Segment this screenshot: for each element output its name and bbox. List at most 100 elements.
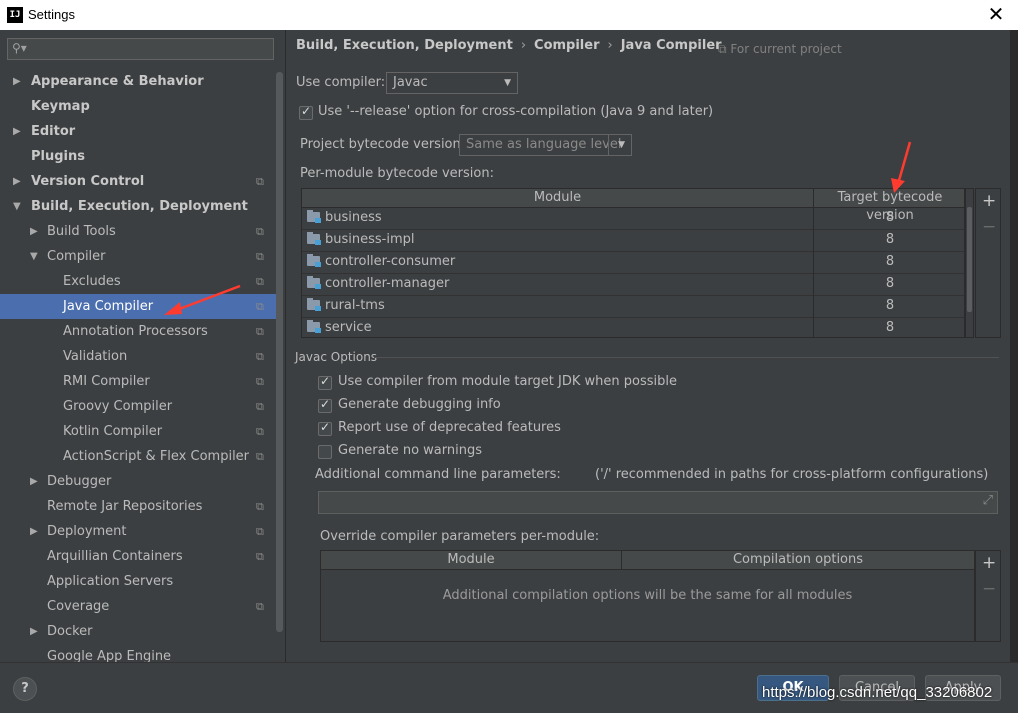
bytecode-version-select[interactable]: Same as language level ▼ bbox=[459, 134, 632, 156]
override-toolbar: + − bbox=[975, 550, 1001, 642]
project-scope-icon: ⧉ bbox=[256, 525, 264, 538]
sidebar-item[interactable]: Groovy Compiler ⧉ bbox=[0, 394, 276, 419]
javac-option-checkbox[interactable] bbox=[318, 397, 332, 413]
help-button[interactable]: ? bbox=[13, 677, 37, 701]
javac-option-checkbox[interactable] bbox=[318, 374, 332, 390]
sidebar-item[interactable]: RMI Compiler ⧉ bbox=[0, 369, 276, 394]
project-scope-icon: ⧉ bbox=[256, 175, 264, 188]
additional-params-input[interactable]: ⤢ bbox=[318, 491, 998, 514]
sidebar-item-label: Java Compiler bbox=[63, 299, 154, 314]
chevron-right-icon[interactable]: ▶ bbox=[13, 119, 21, 144]
target-version-cell[interactable]: 8 bbox=[814, 273, 964, 295]
table-row[interactable]: controller-manager 8 bbox=[302, 273, 964, 296]
table-scrollbar[interactable] bbox=[965, 188, 974, 338]
title-bar: IJ Settings ✕ bbox=[0, 0, 1018, 30]
search-input[interactable]: ⚲▾ bbox=[7, 38, 274, 60]
for-current-project-note: ⧉ For current project bbox=[718, 42, 842, 56]
chevron-right-icon[interactable]: ▶ bbox=[13, 169, 21, 194]
chevron-right-icon[interactable]: ▶ bbox=[13, 69, 21, 94]
splitter[interactable] bbox=[285, 30, 286, 662]
bytecode-version-value: Same as language level bbox=[466, 137, 622, 152]
sidebar-item[interactable]: Annotation Processors ⧉ bbox=[0, 319, 276, 344]
chevron-down-icon[interactable]: ▼ bbox=[13, 194, 21, 219]
sidebar-item[interactable]: ▼ Compiler ⧉ bbox=[0, 244, 276, 269]
use-compiler-select[interactable]: Javac ▼ bbox=[386, 72, 518, 94]
project-scope-icon: ⧉ bbox=[256, 550, 264, 563]
sidebar-item[interactable]: Kotlin Compiler ⧉ bbox=[0, 419, 276, 444]
sidebar-item[interactable]: ▶ Build Tools ⧉ bbox=[0, 219, 276, 244]
sidebar-item[interactable]: Validation ⧉ bbox=[0, 344, 276, 369]
chevron-down-icon[interactable]: ▼ bbox=[30, 244, 38, 269]
breadcrumb-item: Compiler bbox=[534, 38, 600, 53]
chevron-right-icon[interactable]: ▶ bbox=[30, 519, 38, 544]
sidebar-item[interactable]: ▶ Version Control ⧉ bbox=[0, 169, 276, 194]
target-version-cell[interactable]: 8 bbox=[814, 251, 964, 273]
settings-sidebar: ⚲▾ ▶ Appearance & Behavior Keymap ▶ Editor Pl… bbox=[0, 30, 285, 664]
project-scope-icon: ⧉ bbox=[256, 400, 264, 413]
project-scope-icon: ⧉ bbox=[256, 300, 264, 313]
javac-option-checkbox[interactable] bbox=[318, 420, 332, 436]
sidebar-item-label: Appearance & Behavior bbox=[31, 74, 204, 89]
sidebar-item[interactable]: ▶ Debugger bbox=[0, 469, 276, 494]
sidebar-item-label: Keymap bbox=[31, 99, 90, 114]
sidebar-item[interactable]: ▶ Docker bbox=[0, 619, 276, 644]
table-row[interactable]: business-impl 8 bbox=[302, 229, 964, 252]
chevron-right-icon[interactable]: ▶ bbox=[30, 469, 38, 494]
target-version-cell[interactable]: 8 bbox=[814, 295, 964, 317]
sidebar-item[interactable]: Arquillian Containers ⧉ bbox=[0, 544, 276, 569]
expand-icon[interactable]: ⤢ bbox=[983, 493, 993, 508]
table-row[interactable]: business 8 bbox=[302, 207, 964, 230]
sidebar-item[interactable]: ▶ Appearance & Behavior bbox=[0, 69, 276, 94]
close-icon[interactable]: ✕ bbox=[978, 0, 1014, 30]
column-header-module[interactable]: Module bbox=[302, 189, 813, 207]
chevron-right-icon[interactable]: ▶ bbox=[30, 219, 38, 244]
use-compiler-value: Javac bbox=[393, 75, 428, 90]
table-row[interactable]: controller-consumer 8 bbox=[302, 251, 964, 274]
section-divider bbox=[374, 357, 999, 358]
sidebar-item[interactable]: Java Compiler ⧉ bbox=[0, 294, 276, 319]
release-option-checkbox[interactable] bbox=[299, 104, 313, 120]
remove-override-button[interactable]: − bbox=[982, 579, 996, 599]
sidebar-item-label: Build Tools bbox=[47, 224, 116, 239]
sidebar-scrollbar[interactable] bbox=[276, 72, 283, 632]
sidebar-item[interactable]: Excludes ⧉ bbox=[0, 269, 276, 294]
chevron-down-icon: ▼ bbox=[504, 78, 511, 88]
javac-option-checkbox[interactable] bbox=[318, 445, 332, 459]
project-scope-icon: ⧉ bbox=[256, 500, 264, 513]
sidebar-item[interactable]: ActionScript & Flex Compiler ⧉ bbox=[0, 444, 276, 469]
sidebar-item[interactable]: ▶ Editor bbox=[0, 119, 276, 144]
search-icon: ⚲▾ bbox=[12, 41, 27, 55]
module-folder-icon bbox=[307, 320, 321, 333]
sidebar-item[interactable]: Remote Jar Repositories ⧉ bbox=[0, 494, 276, 519]
table-header: Module Compilation options bbox=[321, 551, 974, 570]
target-version-cell[interactable]: 8 bbox=[814, 317, 964, 337]
javac-option-label: Report use of deprecated features bbox=[338, 420, 561, 435]
breadcrumb-separator: › bbox=[607, 38, 613, 53]
javac-option-label: Generate no warnings bbox=[338, 443, 483, 458]
column-header-module[interactable]: Module bbox=[321, 551, 621, 569]
add-module-button[interactable]: + bbox=[982, 191, 996, 211]
module-folder-icon bbox=[307, 232, 321, 245]
target-version-cell[interactable]: 8 bbox=[814, 207, 964, 229]
scrollbar-thumb[interactable] bbox=[967, 207, 972, 312]
bytecode-version-label: Project bytecode version: bbox=[300, 137, 466, 152]
background-editor-strip bbox=[1010, 30, 1018, 712]
breadcrumb-item: Build, Execution, Deployment bbox=[296, 38, 513, 53]
sidebar-item[interactable]: ▶ Deployment ⧉ bbox=[0, 519, 276, 544]
column-header-compilation-options[interactable]: Compilation options bbox=[622, 551, 974, 569]
target-version-cell[interactable]: 8 bbox=[814, 229, 964, 251]
module-name: business-impl bbox=[325, 232, 415, 247]
sidebar-item[interactable]: Keymap bbox=[0, 94, 276, 119]
sidebar-item[interactable]: Coverage ⧉ bbox=[0, 594, 276, 619]
sidebar-item-label: ActionScript & Flex Compiler bbox=[63, 449, 250, 464]
remove-module-button[interactable]: − bbox=[982, 217, 996, 237]
chevron-right-icon[interactable]: ▶ bbox=[30, 619, 38, 644]
table-row[interactable]: service 8 bbox=[302, 317, 964, 337]
sidebar-item[interactable]: ▼ Build, Execution, Deployment bbox=[0, 194, 276, 219]
sidebar-item[interactable]: Application Servers bbox=[0, 569, 276, 594]
add-override-button[interactable]: + bbox=[982, 553, 996, 573]
table-row[interactable]: rural-tms 8 bbox=[302, 295, 964, 318]
sidebar-item[interactable]: Plugins bbox=[0, 144, 276, 169]
sidebar-item-label: Coverage bbox=[47, 599, 110, 614]
sidebar-item-label: Remote Jar Repositories bbox=[47, 499, 203, 514]
